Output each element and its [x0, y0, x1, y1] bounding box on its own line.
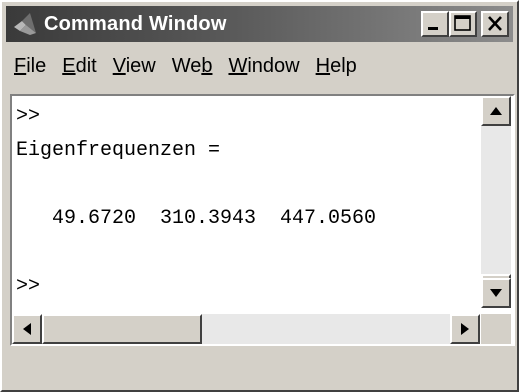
- menu-window-key: W: [228, 54, 248, 77]
- menu-edit-key: E: [62, 54, 76, 77]
- matlab-logo-icon: [14, 13, 36, 35]
- horizontal-scrollbar[interactable]: [12, 314, 480, 344]
- console-line: >>: [16, 275, 41, 298]
- menu-edit-post: dit: [75, 54, 97, 77]
- menu-window[interactable]: Window: [220, 55, 307, 78]
- menu-help-post: elp: [330, 54, 357, 77]
- title-bar[interactable]: Command Window: [6, 6, 513, 42]
- minimize-icon: [428, 27, 438, 30]
- arrow-down-icon: [490, 289, 502, 297]
- menu-help-key: H: [315, 54, 331, 77]
- scroll-up-button[interactable]: [481, 96, 511, 126]
- status-bar: [6, 352, 513, 388]
- menu-web-pre: We: [171, 54, 202, 77]
- console-line: >>: [16, 105, 41, 128]
- window-title: Command Window: [44, 12, 227, 35]
- menu-web[interactable]: Web: [164, 55, 221, 78]
- maximize-button[interactable]: [449, 11, 477, 37]
- close-icon: [488, 16, 502, 31]
- close-button[interactable]: [481, 11, 509, 37]
- menu-help[interactable]: Help: [308, 55, 365, 78]
- command-console[interactable]: >> Eigenfrequenzen = 49.6720 310.3943 447…: [10, 94, 515, 346]
- menu-file-key: F: [14, 54, 27, 77]
- console-output[interactable]: >> Eigenfrequenzen = 49.6720 310.3943 447…: [16, 100, 484, 310]
- menu-file[interactable]: File: [6, 55, 54, 78]
- maximize-icon: [454, 15, 471, 31]
- scroll-down-button[interactable]: [481, 278, 511, 308]
- vertical-scrollbar[interactable]: [481, 96, 511, 308]
- scroll-right-button[interactable]: [450, 314, 480, 344]
- scroll-left-button[interactable]: [12, 314, 42, 344]
- menu-view-post: iew: [125, 54, 156, 77]
- scrollbar-corner: [481, 314, 511, 344]
- menu-edit[interactable]: Edit: [54, 55, 104, 78]
- menu-view[interactable]: View: [105, 55, 164, 78]
- command-window: Command Window File Edit View Web Window…: [0, 0, 519, 392]
- menu-bar: File Edit View Web Window Help: [6, 46, 513, 86]
- menu-view-key: V: [112, 54, 126, 77]
- menu-file-post: ile: [26, 54, 47, 77]
- menu-window-post: indow: [247, 54, 300, 77]
- horizontal-scroll-thumb[interactable]: [42, 314, 202, 344]
- minimize-button[interactable]: [421, 11, 449, 37]
- console-line: Eigenfrequenzen =: [16, 139, 221, 162]
- arrow-left-icon: [23, 323, 31, 335]
- console-line: 49.6720 310.3943 447.0560: [16, 207, 377, 230]
- arrow-up-icon: [490, 107, 502, 115]
- menu-web-key: b: [201, 54, 213, 77]
- arrow-right-icon: [461, 323, 469, 335]
